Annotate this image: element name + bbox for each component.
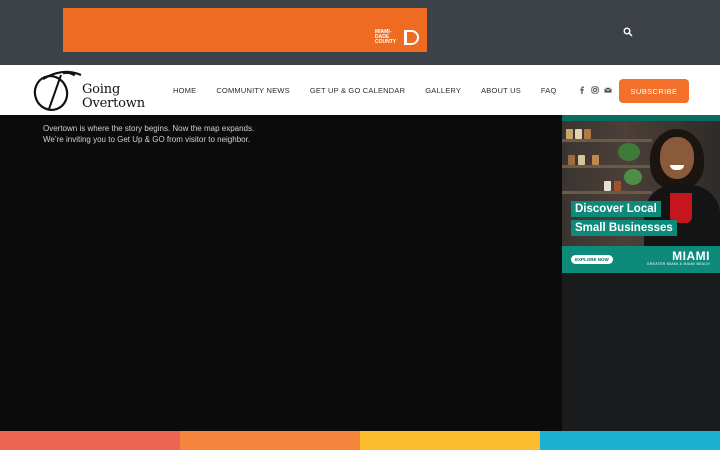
instagram-icon[interactable] bbox=[591, 86, 599, 94]
banner-logo-text: MIAMI-DADE COUNTY bbox=[375, 29, 397, 45]
jar bbox=[566, 129, 573, 139]
intro-line-1: Overtown is where the story begins. Now … bbox=[43, 124, 255, 133]
subscribe-button[interactable]: SUBSCRIBE bbox=[619, 79, 689, 103]
ad-headline: Discover Local Small Businesses bbox=[571, 199, 677, 237]
site-header: Going Overtown HOME COMMUNITY NEWS GET U… bbox=[0, 65, 720, 115]
main-nav: HOME COMMUNITY NEWS GET UP & GO CALENDAR… bbox=[173, 86, 557, 95]
stripe-coral bbox=[0, 431, 180, 450]
logo-text-going: Going bbox=[82, 82, 121, 97]
ad-footer: EXPLORE NOW MIAMI GREATER MIAMI & MIAMI … bbox=[562, 246, 720, 273]
nav-faq[interactable]: FAQ bbox=[541, 86, 557, 95]
nav-about-us[interactable]: ABOUT US bbox=[481, 86, 521, 95]
jar bbox=[584, 129, 591, 139]
jar bbox=[592, 155, 599, 165]
jar bbox=[614, 181, 621, 191]
jar bbox=[568, 155, 575, 165]
shelf bbox=[562, 139, 652, 142]
jar bbox=[604, 181, 611, 191]
jar bbox=[578, 155, 585, 165]
stripe-blue bbox=[540, 431, 720, 450]
intro-text: Overtown is where the story begins. Now … bbox=[43, 123, 254, 145]
going-overtown-logo[interactable]: Going Overtown bbox=[33, 69, 145, 113]
miami-brand-subtext: GREATER MIAMI & MIAMI BEACH bbox=[646, 262, 710, 266]
main-content: Overtown is where the story begins. Now … bbox=[0, 115, 562, 431]
envelope-icon[interactable] bbox=[604, 86, 612, 94]
miami-brand-text: MIAMI bbox=[672, 249, 710, 263]
explore-now-button[interactable]: EXPLORE NOW bbox=[571, 255, 613, 264]
nav-calendar[interactable]: GET UP & GO CALENDAR bbox=[310, 86, 405, 95]
facebook-icon[interactable] bbox=[578, 86, 586, 94]
plant bbox=[624, 169, 642, 185]
ad-headline-line-2: Small Businesses bbox=[571, 220, 677, 236]
sidebar-ad[interactable]: Discover Local Small Businesses EXPLORE … bbox=[562, 115, 720, 273]
sidebar: Discover Local Small Businesses EXPLORE … bbox=[562, 115, 720, 431]
d-logo-icon bbox=[404, 30, 419, 45]
footer-color-stripes bbox=[0, 431, 720, 450]
miami-brand: MIAMI GREATER MIAMI & MIAMI BEACH bbox=[647, 250, 710, 267]
top-bar: MIAMI-DADE COUNTY bbox=[0, 0, 720, 65]
plant bbox=[618, 143, 640, 161]
stripe-yellow bbox=[360, 431, 540, 450]
nav-gallery[interactable]: GALLERY bbox=[425, 86, 461, 95]
nav-community-news[interactable]: COMMUNITY NEWS bbox=[216, 86, 290, 95]
search-icon[interactable] bbox=[623, 27, 633, 37]
shelf bbox=[562, 191, 652, 194]
stripe-orange bbox=[180, 431, 360, 450]
logo-text-overtown: Overtown bbox=[82, 96, 145, 111]
miami-dade-logo: MIAMI-DADE COUNTY bbox=[375, 30, 419, 45]
ad-headline-line-1: Discover Local bbox=[571, 201, 661, 217]
person-face bbox=[660, 137, 694, 179]
shelf bbox=[562, 165, 652, 168]
social-links bbox=[578, 86, 612, 94]
top-banner-ad[interactable]: MIAMI-DADE COUNTY bbox=[63, 8, 427, 52]
intro-line-2: We’re inviting you to Get Up & GO from v… bbox=[43, 135, 251, 144]
jar bbox=[575, 129, 582, 139]
nav-home[interactable]: HOME bbox=[173, 86, 196, 95]
